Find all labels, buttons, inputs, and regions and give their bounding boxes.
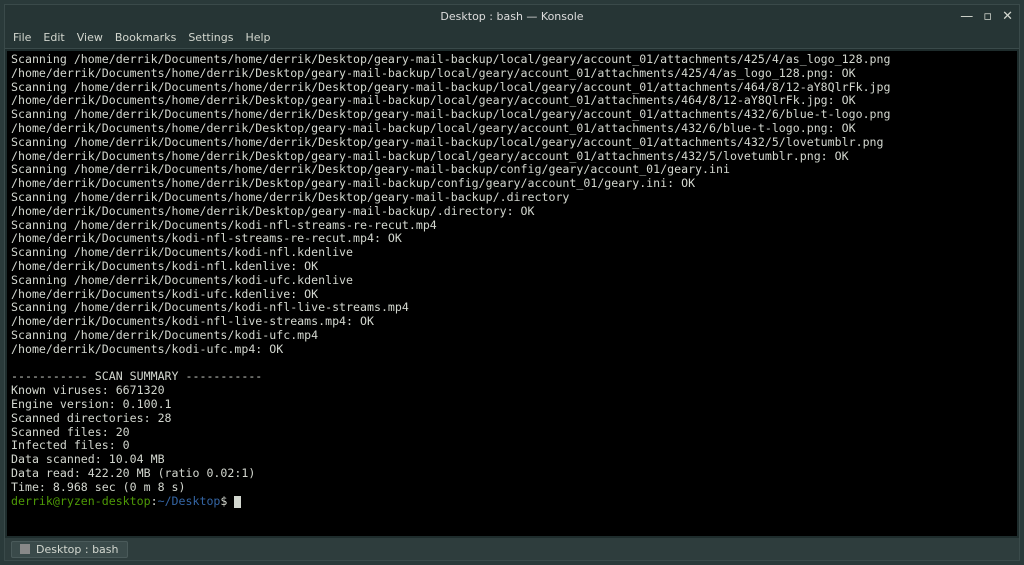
menubar: File Edit View Bookmarks Settings Help [5,27,1019,49]
menu-settings[interactable]: Settings [188,31,233,44]
tab-desktop-bash[interactable]: Desktop : bash [11,541,128,558]
minimize-button[interactable]: — [960,9,973,24]
menu-bookmarks[interactable]: Bookmarks [115,31,176,44]
close-button[interactable]: ✕ [1002,9,1013,24]
terminal-icon [20,544,30,554]
tabbar: Desktop : bash [5,538,1019,560]
window-controls: — ▫ ✕ [960,5,1013,27]
terminal-cursor [234,496,241,508]
terminal-area[interactable]: Scanning /home/derrik/Documents/home/der… [7,51,1017,536]
konsole-window: Desktop : bash — Konsole — ▫ ✕ File Edit… [4,4,1020,561]
titlebar[interactable]: Desktop : bash — Konsole — ▫ ✕ [5,5,1019,27]
menu-help[interactable]: Help [245,31,270,44]
menu-edit[interactable]: Edit [43,31,64,44]
window-title: Desktop : bash — Konsole [440,10,583,23]
tab-label: Desktop : bash [36,543,119,556]
maximize-button[interactable]: ▫ [983,9,992,24]
terminal-output: Scanning /home/derrik/Documents/home/der… [11,53,1013,508]
menu-file[interactable]: File [13,31,31,44]
menu-view[interactable]: View [77,31,103,44]
